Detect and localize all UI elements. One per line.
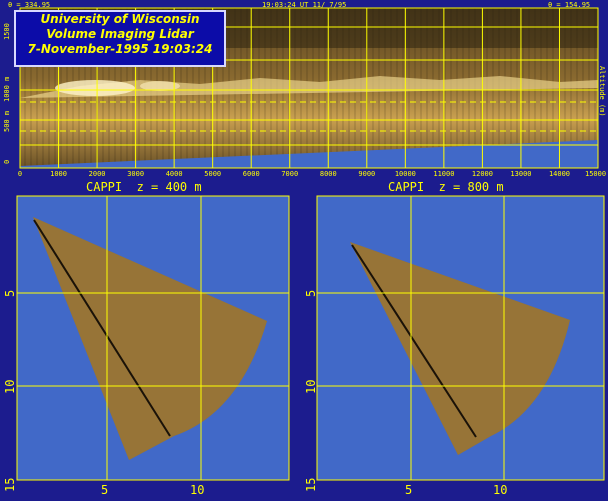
rhi-xtick-label: 3000 (127, 170, 145, 178)
rhi-xtick-label: 1000 (50, 170, 67, 178)
rhi-xtick-label: 6000 (242, 170, 260, 178)
rhi-ytick-1000: 1000 m (3, 76, 11, 102)
cappi-left-xtick-5: 5 (101, 483, 109, 497)
rhi-xtick-label: 2000 (88, 170, 106, 178)
cappi-left-xtick-10: 10 (190, 483, 205, 497)
cappi-right-ytick-15: 15 (304, 477, 318, 492)
cappi-left-title: CAPPI z = 400 m (86, 180, 202, 194)
rhi-ytick-0: 0 (3, 159, 11, 164)
rhi-ytick-500: 500 m (3, 110, 11, 132)
cappi-right-ytick-5: 5 (304, 289, 318, 297)
cappi-right-panel: 5 10 15 5 10 (304, 193, 608, 501)
cappi-left-ytick-10: 10 (3, 379, 17, 394)
cappi-right-title: CAPPI z = 800 m (388, 180, 504, 194)
rhi-xtick-label: 9000 (358, 170, 376, 178)
rhi-xtick-label: 15000 (585, 170, 607, 178)
cappi-left-ytick-5: 5 (3, 289, 17, 297)
cappi-left-panel: 5 10 15 5 10 (0, 193, 304, 501)
title-line-university: University of Wisconsin (40, 12, 200, 26)
rhi-right-axis-label: Altitude (m) (598, 66, 606, 117)
title-box: University of Wisconsin Volume Imaging L… (14, 10, 226, 67)
title-line-instrument: Volume Imaging Lidar (46, 27, 194, 41)
rhi-xtick-label: 0 (17, 170, 23, 178)
title-line-datetime: 7-November-1995 19:03:24 (27, 42, 213, 56)
cappi-left-ytick-15: 15 (3, 477, 17, 492)
cappi-right-xtick-10: 10 (493, 483, 508, 497)
rhi-xtick-label: 7000 (281, 170, 299, 178)
cappi-right-image (316, 195, 605, 481)
rhi-xtick-label: 13000 (510, 170, 532, 178)
rhi-xtick-label: 14000 (548, 170, 571, 178)
rhi-xtick-label: 8000 (319, 170, 337, 178)
rhi-xtick-label: 10000 (394, 170, 416, 178)
cappi-right-xtick-5: 5 (405, 483, 413, 497)
rhi-xtick-label: 5000 (204, 170, 222, 178)
rhi-xtick-label: 4000 (165, 170, 183, 178)
rhi-xtick-label: 11000 (433, 170, 455, 178)
rhi-ytick-1500: 1500 (3, 23, 11, 40)
cappi-left-image (16, 195, 290, 481)
rhi-xtick-label: 12000 (471, 170, 493, 178)
rhi-x-axis: 0 1000 2000 3000 4000 5000 6000 7000 8000 9000 100… (0, 170, 608, 180)
cappi-right-ytick-10: 10 (304, 379, 318, 394)
